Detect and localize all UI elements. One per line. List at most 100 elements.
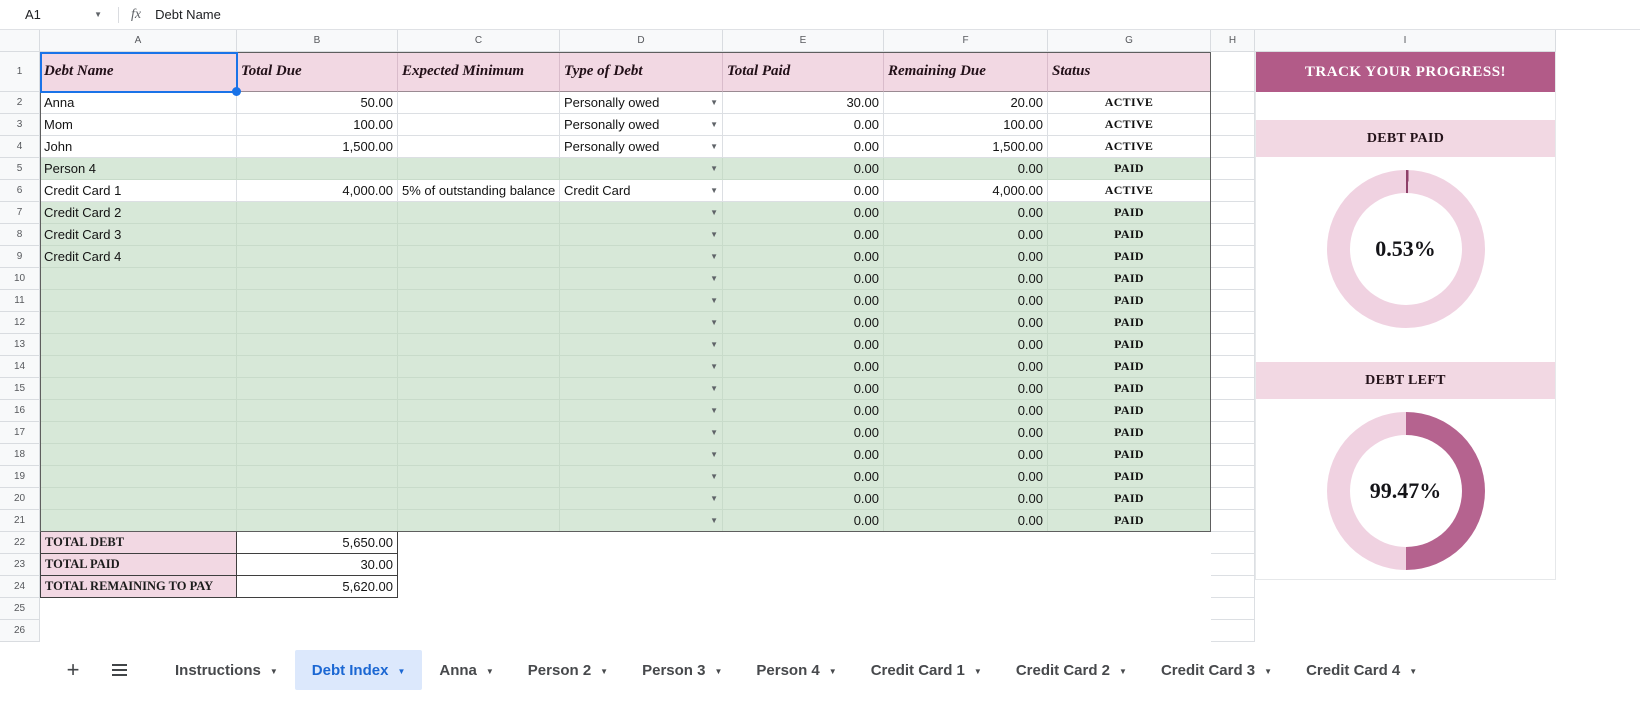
row-header-9[interactable]: 9 (0, 246, 40, 268)
cell[interactable]: ACTIVE (1048, 136, 1211, 158)
tab-credit-card-4[interactable]: Credit Card 4▼ (1289, 650, 1434, 690)
cell[interactable]: 0.00 (884, 334, 1048, 356)
cell[interactable] (398, 114, 560, 136)
chevron-down-icon[interactable]: ▼ (1264, 665, 1272, 676)
cell[interactable]: 0.00 (884, 202, 1048, 224)
cell[interactable]: PAID (1048, 312, 1211, 334)
cell[interactable]: 0.00 (884, 158, 1048, 180)
cell[interactable]: 0.00 (723, 246, 884, 268)
cell[interactable]: 0.00 (723, 158, 884, 180)
cell[interactable]: PAID (1048, 224, 1211, 246)
empty-cell-h[interactable] (1211, 554, 1255, 576)
row-header-18[interactable]: 18 (0, 444, 40, 466)
cell[interactable]: 1,500.00 (237, 136, 398, 158)
empty-cell-h[interactable] (1211, 92, 1255, 114)
cell[interactable]: 0.00 (723, 422, 884, 444)
cell[interactable]: PAID (1048, 400, 1211, 422)
column-header-i[interactable]: I (1255, 30, 1556, 52)
empty-cell-h[interactable] (1211, 180, 1255, 202)
cell[interactable]: 0.00 (884, 444, 1048, 466)
empty-cell-h[interactable] (1211, 224, 1255, 246)
dropdown-caret-icon[interactable]: ▼ (706, 230, 718, 239)
empty-cell-h[interactable] (1211, 400, 1255, 422)
column-title-cell[interactable]: Type of Debt (560, 52, 723, 92)
row-header-6[interactable]: 6 (0, 180, 40, 202)
cell[interactable] (40, 422, 237, 444)
empty-cell-h[interactable] (1211, 510, 1255, 532)
cell[interactable]: 0.00 (723, 202, 884, 224)
empty-cell-h[interactable] (1211, 598, 1255, 620)
formula-input[interactable]: Debt Name (155, 7, 221, 22)
cell[interactable]: 4,000.00 (884, 180, 1048, 202)
empty-cell-h[interactable] (1211, 114, 1255, 136)
column-header-b[interactable]: B (237, 30, 398, 52)
cell[interactable]: 0.00 (723, 510, 884, 532)
cell[interactable]: 0.00 (884, 400, 1048, 422)
chevron-down-icon[interactable]: ▼ (600, 665, 608, 676)
cell[interactable]: ▼ (560, 334, 723, 356)
cell[interactable]: PAID (1048, 202, 1211, 224)
row-header-17[interactable]: 17 (0, 422, 40, 444)
cell[interactable] (398, 312, 560, 334)
empty-cell-h[interactable] (1211, 52, 1255, 92)
dropdown-caret-icon[interactable]: ▼ (706, 472, 718, 481)
empty-cell-h[interactable] (1211, 136, 1255, 158)
row-header-11[interactable]: 11 (0, 290, 40, 312)
cell[interactable]: 30.00 (723, 92, 884, 114)
cell[interactable]: 0.00 (723, 488, 884, 510)
column-header-a[interactable]: A (40, 30, 237, 52)
cell[interactable]: Personally owed▼ (560, 92, 723, 114)
tab-debt-index[interactable]: Debt Index▼ (295, 650, 423, 690)
cell[interactable] (398, 444, 560, 466)
dropdown-caret-icon[interactable]: ▼ (706, 252, 718, 261)
cell[interactable]: 0.00 (723, 136, 884, 158)
cell[interactable]: 0.00 (723, 224, 884, 246)
column-title-cell[interactable]: Debt Name (40, 52, 237, 92)
cell[interactable] (40, 466, 237, 488)
row-header-22[interactable]: 22 (0, 532, 40, 554)
row-header-5[interactable]: 5 (0, 158, 40, 180)
column-title-cell[interactable]: Remaining Due (884, 52, 1048, 92)
column-header-e[interactable]: E (723, 30, 884, 52)
dropdown-caret-icon[interactable]: ▼ (706, 296, 718, 305)
cell[interactable]: 0.00 (723, 356, 884, 378)
cell[interactable]: PAID (1048, 422, 1211, 444)
cell[interactable]: 0.00 (884, 224, 1048, 246)
row-header-4[interactable]: 4 (0, 136, 40, 158)
row-header-12[interactable]: 12 (0, 312, 40, 334)
total-label-cell[interactable]: TOTAL DEBT (40, 532, 237, 554)
dropdown-caret-icon[interactable]: ▼ (706, 428, 718, 437)
chevron-down-icon[interactable]: ▼ (1119, 665, 1127, 676)
empty-cell-h[interactable] (1211, 620, 1255, 642)
cell[interactable]: ▼ (560, 466, 723, 488)
cell[interactable] (40, 356, 237, 378)
add-sheet-button[interactable]: + (56, 653, 90, 687)
column-header-c[interactable]: C (398, 30, 560, 52)
column-title-cell[interactable]: Expected Minimum (398, 52, 560, 92)
cell[interactable]: 0.00 (723, 114, 884, 136)
cell[interactable]: Credit Card 3 (40, 224, 237, 246)
row-header-20[interactable]: 20 (0, 488, 40, 510)
cell[interactable]: 5% of outstanding balance (398, 180, 560, 202)
row-header-1[interactable]: 1 (0, 52, 40, 92)
cell[interactable]: ▼ (560, 268, 723, 290)
cell[interactable]: Credit Card 2 (40, 202, 237, 224)
cell[interactable] (398, 158, 560, 180)
cell[interactable]: Mom (40, 114, 237, 136)
row-header-19[interactable]: 19 (0, 466, 40, 488)
column-header-g[interactable]: G (1048, 30, 1211, 52)
cell[interactable]: Credit Card▼ (560, 180, 723, 202)
cell[interactable]: PAID (1048, 246, 1211, 268)
total-label-cell[interactable]: TOTAL REMAINING TO PAY (40, 576, 237, 598)
cell[interactable] (237, 400, 398, 422)
cell[interactable]: 0.00 (723, 334, 884, 356)
empty-cell-h[interactable] (1211, 290, 1255, 312)
cell[interactable]: PAID (1048, 334, 1211, 356)
empty-cell-h[interactable] (1211, 444, 1255, 466)
chevron-down-icon[interactable]: ▼ (94, 10, 102, 19)
cell[interactable] (237, 334, 398, 356)
cell[interactable] (398, 334, 560, 356)
cell[interactable]: 0.00 (723, 268, 884, 290)
cell[interactable]: PAID (1048, 466, 1211, 488)
cell[interactable]: PAID (1048, 444, 1211, 466)
